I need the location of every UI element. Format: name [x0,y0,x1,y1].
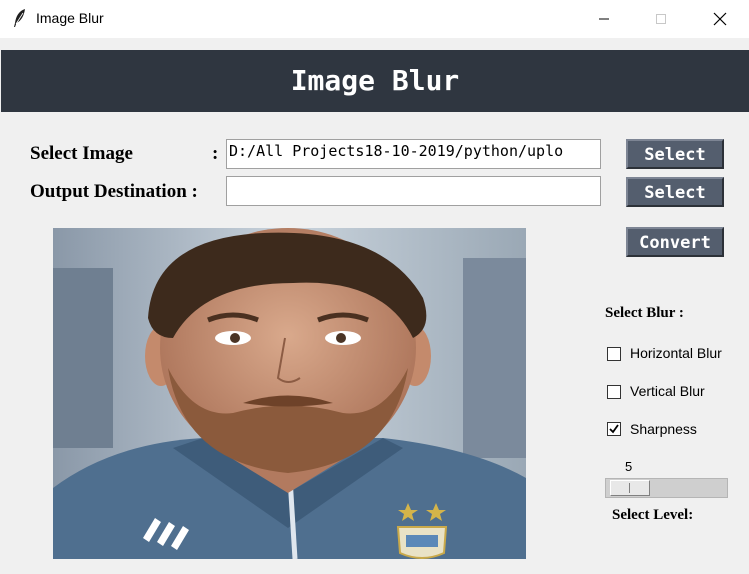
select-image-label: Select Image [30,143,133,164]
select-blur-label: Select Blur : [605,305,684,321]
image-preview [53,228,526,559]
close-icon [713,12,727,26]
sharpness-label[interactable]: Sharpness [630,421,697,437]
maximize-icon [656,14,666,24]
select-level-label: Select Level: [612,507,694,523]
vertical-blur-label[interactable]: Vertical Blur [630,383,705,399]
level-value: 5 [625,459,633,474]
level-slider-thumb[interactable] [610,480,650,496]
select-output-button[interactable]: Select [626,177,724,207]
level-slider[interactable] [605,478,728,498]
maximize-button[interactable] [638,0,684,38]
minimize-icon [599,18,609,20]
output-destination-label: Output Destination : [30,181,198,202]
select-image-colon: : [212,143,219,164]
window-titlebar: Image Blur [0,0,749,38]
image-path-value: D:/All Projects18-10-2019/python/uplo [229,142,564,160]
checkmark-icon [609,424,619,434]
output-destination-input[interactable] [226,176,601,206]
convert-button[interactable]: Convert [626,227,724,257]
app-banner-title: Image Blur [1,50,749,112]
select-image-button[interactable]: Select [626,139,724,169]
close-button[interactable] [697,0,743,38]
window-title: Image Blur [36,10,104,26]
sharpness-checkbox[interactable] [607,422,621,436]
horizontal-blur-label[interactable]: Horizontal Blur [630,345,722,361]
slider-grip [629,483,630,493]
horizontal-blur-checkbox[interactable] [607,347,621,361]
minimize-button[interactable] [581,0,627,38]
feather-icon [12,8,28,28]
vertical-blur-checkbox[interactable] [607,385,621,399]
image-path-input[interactable]: D:/All Projects18-10-2019/python/uplo [226,139,601,169]
